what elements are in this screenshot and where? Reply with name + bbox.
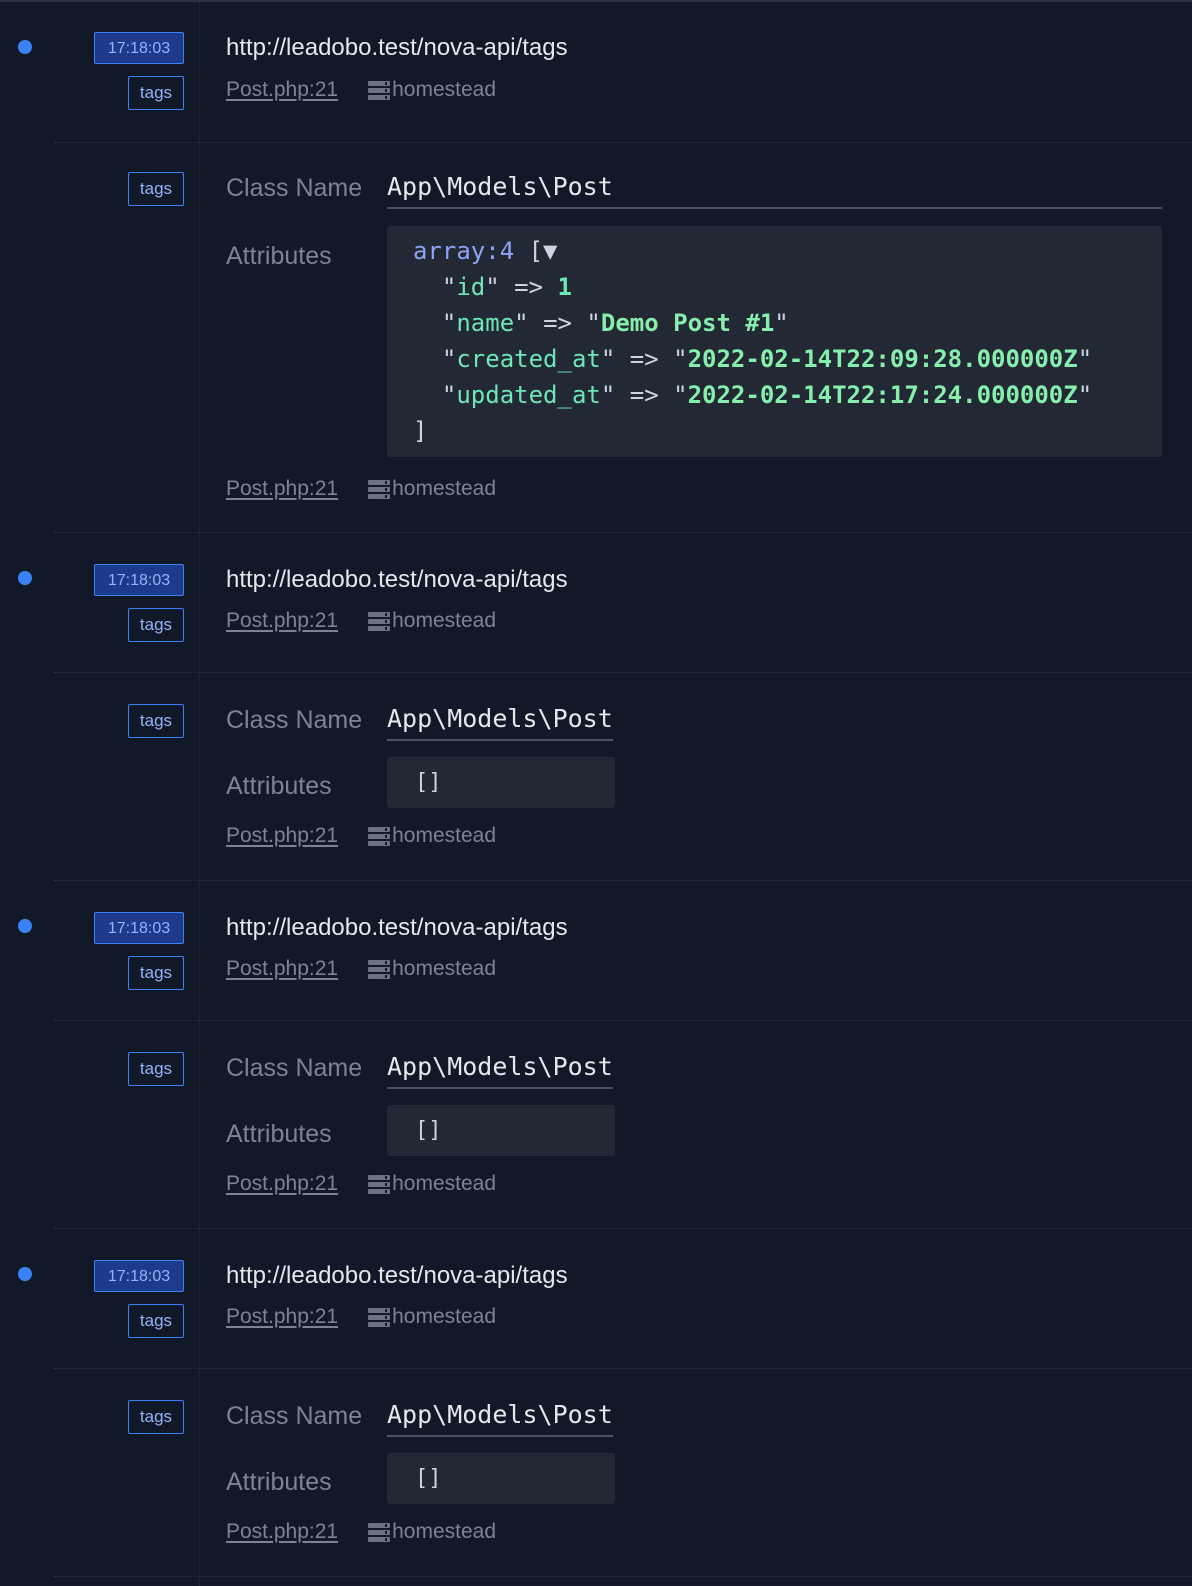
time-badge: 17:18:03 [94,564,184,596]
entry-meta: Post.php:21 homestead [226,476,496,502]
status-dot [18,919,32,933]
server-icon [368,1307,391,1327]
server-icon [368,1174,391,1194]
entry-meta: Post.php:21 homestead [226,608,496,634]
request-url: http://leadobo.test/nova-api/tags [226,34,568,61]
file-link[interactable]: Post.php:21 [226,78,338,102]
attribute-row: "name" => "Demo Post #1" [441,309,789,337]
attributes-label: Attributes [226,1468,332,1496]
host-name: homestead [392,824,496,847]
tag-badge[interactable]: tags [128,608,184,642]
entry-meta: Post.php:21 homestead [226,823,496,849]
file-link[interactable]: Post.php:21 [226,609,338,633]
class-name-value: App\Models\Post [387,704,613,741]
class-name-label: Class Name [226,1402,363,1430]
separator [54,1576,1192,1577]
class-name-label: Class Name [226,1054,363,1082]
file-link[interactable]: Post.php:21 [226,1172,338,1196]
request-url: http://leadobo.test/nova-api/tags [226,1262,568,1289]
request-url: http://leadobo.test/nova-api/tags [226,566,568,593]
server-icon [368,826,391,846]
tag-badge[interactable]: tags [128,1400,184,1434]
time-badge: 17:18:03 [94,32,184,64]
file-link[interactable]: Post.php:21 [226,477,338,501]
tag-badge[interactable]: tags [128,704,184,738]
separator [54,672,1192,673]
request-url: http://leadobo.test/nova-api/tags [226,914,568,941]
attributes-dump: [] [387,757,615,808]
attribute-row: "updated_at" => "2022-02-14T22:17:24.000… [441,381,1093,409]
host-name: homestead [392,957,496,980]
file-link[interactable]: Post.php:21 [226,1305,338,1329]
tag-badge[interactable]: tags [128,76,184,110]
host-name: homestead [392,1305,496,1328]
array-header[interactable]: array:4 [▼ [413,233,1162,269]
class-name-value: App\Models\Post [387,172,1162,209]
class-name-label: Class Name [226,174,363,202]
class-name-label: Class Name [226,706,363,734]
host-name: homestead [392,477,496,500]
tag-badge[interactable]: tags [128,1052,184,1086]
entry-meta: Post.php:21 homestead [226,1304,496,1330]
array-close: ] [413,417,428,445]
file-link[interactable]: Post.php:21 [226,824,338,848]
status-dot [18,571,32,585]
separator [54,880,1192,881]
tag-badge[interactable]: tags [128,956,184,990]
server-icon [368,479,391,499]
entry-meta: Post.php:21 homestead [226,956,496,982]
class-name-value: App\Models\Post [387,1400,613,1437]
separator [54,142,1192,143]
host-name: homestead [392,609,496,632]
entry-meta: Post.php:21 homestead [226,1171,496,1197]
separator [54,1368,1192,1369]
separator [54,1228,1192,1229]
timeline-divider [199,2,200,1586]
attributes-label: Attributes [226,1120,332,1148]
attributes-dump: array:4 [▼ "id" => 1 "name" => "Demo Pos… [387,226,1162,457]
status-dot [18,1267,32,1281]
entry-meta: Post.php:21 homestead [226,1519,496,1545]
host-name: homestead [392,1172,496,1195]
log-timeline: 17:18:03 tags http://leadobo.test/nova-a… [0,0,1192,1586]
attribute-row: "created_at" => "2022-02-14T22:09:28.000… [441,345,1093,373]
tag-badge[interactable]: tags [128,1304,184,1338]
file-link[interactable]: Post.php:21 [226,957,338,981]
host-name: homestead [392,78,496,101]
class-name-value: App\Models\Post [387,1052,613,1089]
attributes-label: Attributes [226,772,332,800]
separator [54,1020,1192,1021]
entry-meta: Post.php:21 homestead [226,77,496,103]
attributes-label: Attributes [226,242,332,270]
server-icon [368,1522,391,1542]
attribute-row: "id" => 1 [441,273,572,301]
time-badge: 17:18:03 [94,912,184,944]
attributes-dump: [] [387,1105,615,1156]
file-link[interactable]: Post.php:21 [226,1520,338,1544]
status-dot [18,40,32,54]
server-icon [368,959,391,979]
host-name: homestead [392,1520,496,1543]
server-icon [368,611,391,631]
time-badge: 17:18:03 [94,1260,184,1292]
attributes-dump: [] [387,1453,615,1504]
separator [54,532,1192,533]
server-icon [368,80,391,100]
tag-badge[interactable]: tags [128,172,184,206]
